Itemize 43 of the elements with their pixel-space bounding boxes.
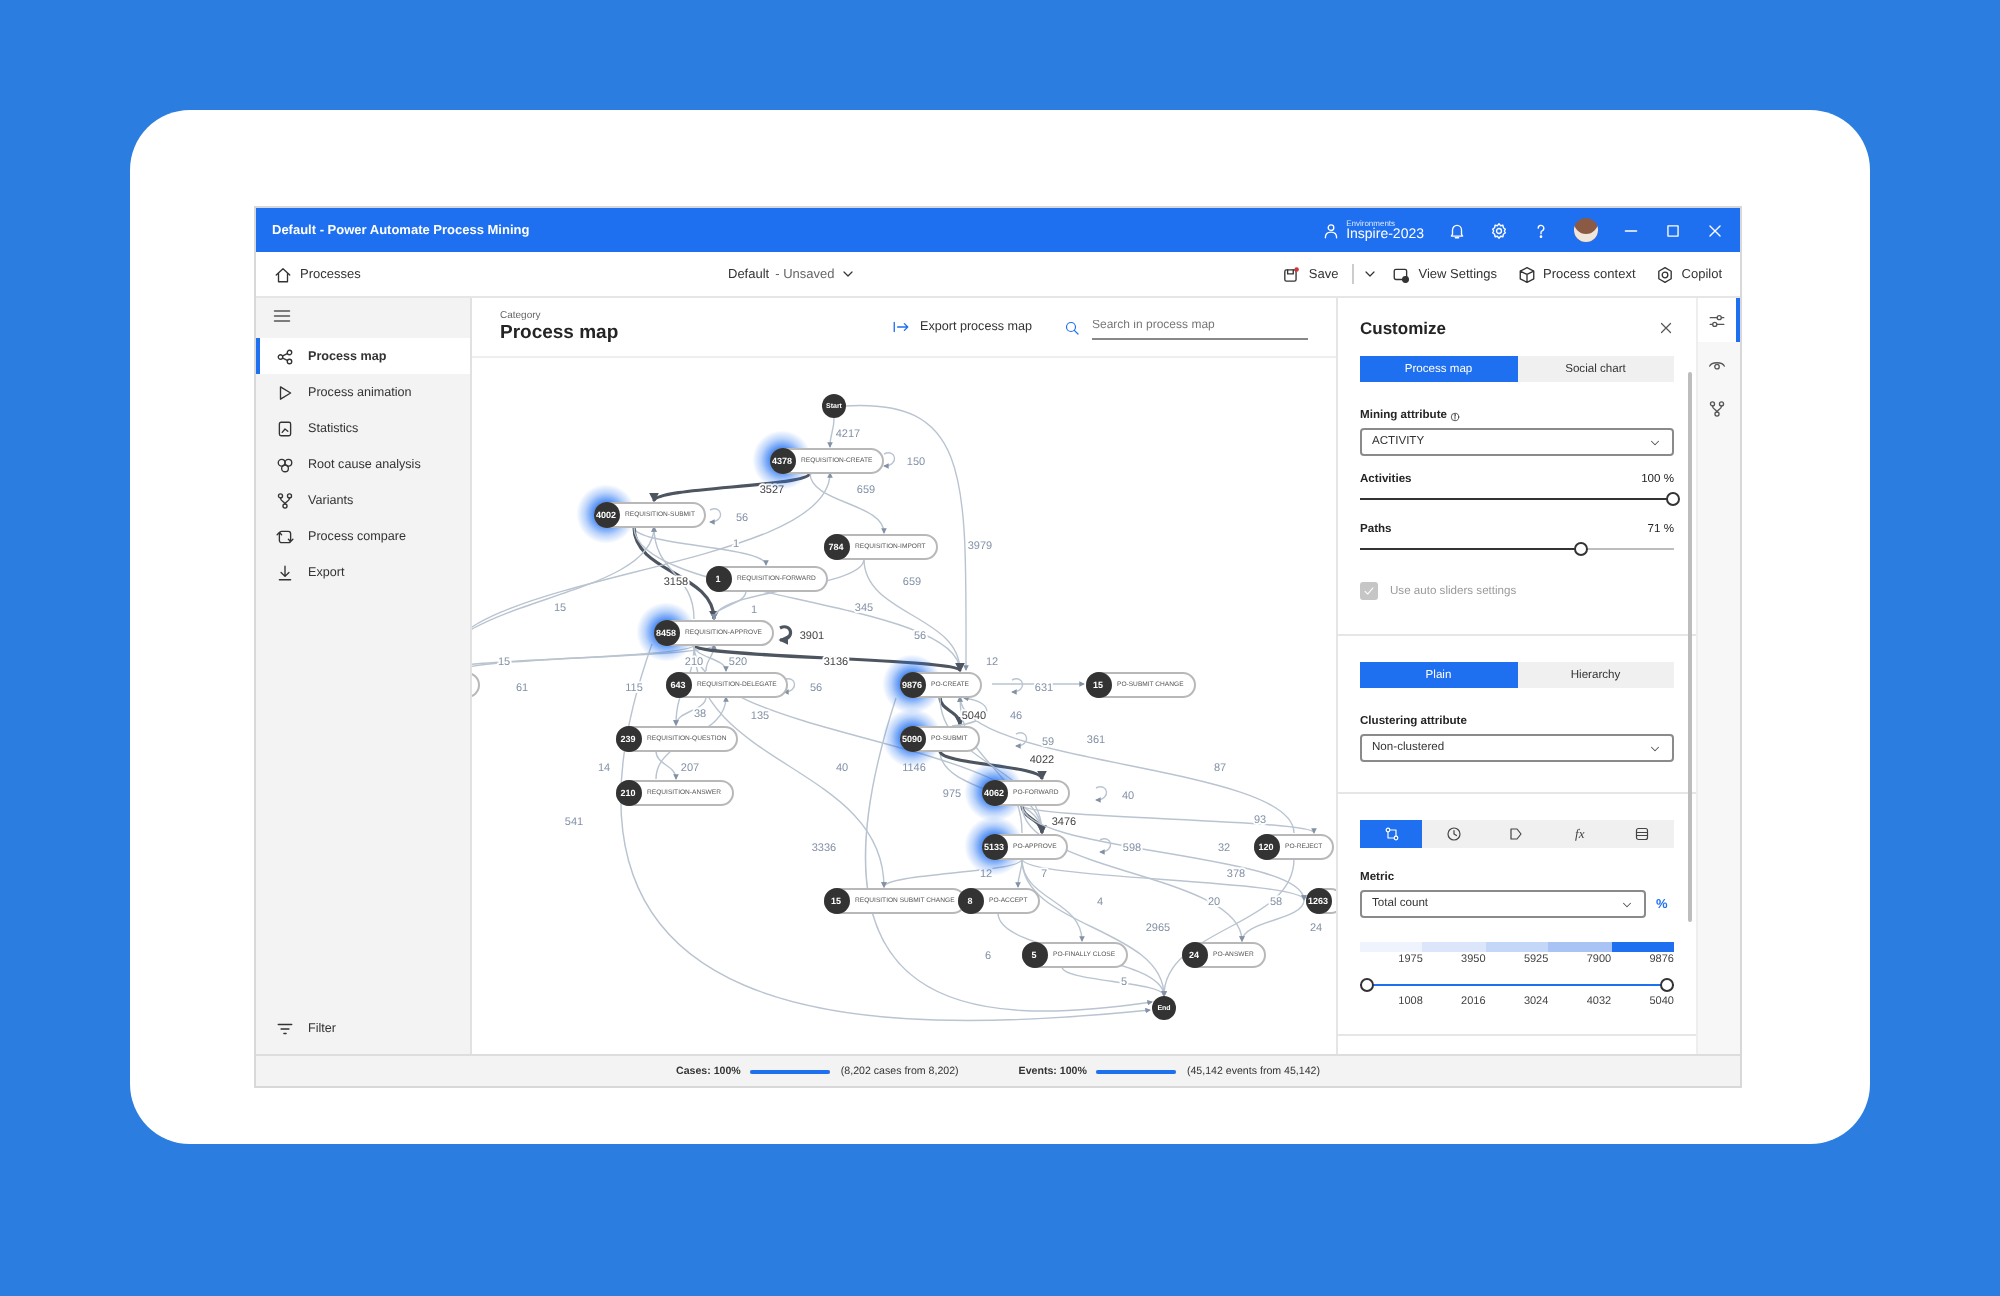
clock-icon [1446,826,1463,842]
tag-icon [1508,826,1525,842]
chevron-icon [1648,741,1662,755]
play-icon [276,383,294,401]
slider[interactable] [1360,492,1674,506]
person-icon[interactable] [1322,221,1341,239]
nodes-icon [276,347,294,365]
chevron-icon[interactable] [840,266,857,282]
flow-icon [1383,826,1400,842]
avatar[interactable] [1574,218,1598,242]
maximize-icon[interactable] [1664,221,1682,239]
slider[interactable] [1360,542,1674,556]
bell-icon[interactable] [1448,221,1466,239]
settings-icon [1708,311,1726,329]
metric-tab[interactable] [1360,820,1423,848]
chart-icon [276,419,294,437]
filter-icon [276,1019,294,1037]
connector-arrow [827,417,835,448]
table-icon [1634,826,1651,842]
download-icon [276,563,294,581]
page-title: Process map [500,322,621,344]
range-slider[interactable] [1360,978,1674,992]
info-icon[interactable] [1450,411,1461,421]
save-icon [1282,265,1301,283]
home-icon [274,265,292,283]
menu-icon[interactable] [272,306,292,326]
export-icon [892,318,910,336]
help-icon[interactable] [1532,221,1550,239]
branch-icon [1708,399,1726,417]
hexagon-icon [1655,265,1674,283]
close-icon[interactable] [1658,320,1674,336]
circles-icon [276,455,294,473]
search-icon[interactable] [1064,319,1080,335]
settings-icon[interactable] [1490,221,1508,239]
cube-icon [1517,265,1536,283]
chevron-icon [1648,435,1662,449]
compare-icon [276,527,294,545]
panel-title: Customize [1360,318,1446,338]
scrollbar[interactable] [1688,372,1692,922]
branch-icon [276,491,294,509]
chevron-icon[interactable] [1362,266,1379,282]
chevron-icon [1620,897,1634,911]
window-icon [1392,265,1411,283]
